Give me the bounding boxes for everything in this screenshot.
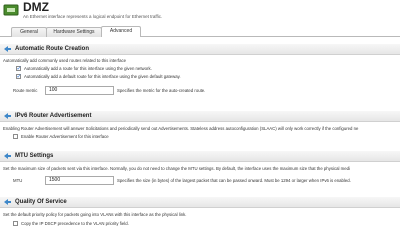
section-title: MTU Settings [15, 153, 54, 159]
tab-hardware-settings[interactable]: Hardware Settings [46, 27, 102, 37]
route-metric-label: Route metric [13, 88, 38, 93]
mtu-label: MTU [13, 178, 23, 183]
route-metric-input[interactable]: 100 [45, 86, 114, 95]
section-title: IPv6 Router Advertisement [15, 113, 92, 119]
section-header: Automatic Route Creation [0, 44, 400, 55]
section-mtu: MTU Settings Set the maximum size of pac… [0, 151, 400, 191]
copy-dscp-checkbox[interactable] [13, 221, 18, 226]
expand-arrow-icon [4, 46, 11, 52]
section-description: Set the maximum size of packets sent via… [3, 166, 350, 171]
page-subtitle: An Ethernet interface represents a logic… [23, 14, 163, 19]
page-title: DMZ [23, 0, 49, 14]
auto-default-route-checkbox[interactable] [16, 73, 22, 80]
auto-default-route-label: Automatically add a default route for th… [24, 74, 181, 79]
section-header: MTU Settings [0, 151, 400, 162]
section-title: Automatic Route Creation [15, 46, 90, 52]
auto-network-route-label: Automatically add a route for this inter… [24, 66, 152, 71]
mtu-input[interactable]: 1500 [45, 176, 114, 185]
section-title: Quality Of Service [15, 199, 67, 205]
expand-arrow-icon [4, 153, 11, 159]
section-description: Set the default priority policy for pack… [3, 212, 187, 217]
section-header: IPv6 Router Advertisement [0, 111, 400, 122]
auto-network-route-checkbox[interactable] [16, 65, 22, 72]
tab-general[interactable]: General [11, 27, 47, 37]
mtu-help: Specifies the size (in bytes) of the lar… [117, 178, 351, 183]
route-metric-help: Specifies the metric for the auto-create… [117, 88, 206, 93]
copy-dscp-label: Copy the IP DSCP precedence to the VLAN … [21, 221, 129, 226]
enable-router-advertisement-label: Enable Router Advertisement for this int… [21, 134, 109, 139]
section-ipv6-ra: IPv6 Router Advertisement Enabling Route… [0, 111, 400, 145]
enable-router-advertisement-checkbox[interactable] [13, 134, 18, 139]
page-header: DMZ An Ethernet interface represents a l… [0, 0, 400, 24]
section-header: Quality Of Service [0, 197, 400, 208]
section-description: Enabling Router Advertisement will answe… [3, 126, 359, 131]
section-route-creation: Automatic Route Creation Automatically a… [0, 44, 400, 106]
expand-arrow-icon [4, 199, 11, 205]
network-interface-icon [3, 4, 19, 16]
section-qos: Quality Of Service Set the default prior… [0, 197, 400, 237]
section-description: Automatically add commonly used routes r… [3, 58, 127, 63]
expand-arrow-icon [4, 113, 11, 119]
tab-bar: General Hardware Settings Advanced [0, 25, 400, 37]
tab-advanced[interactable]: Advanced [101, 26, 141, 37]
